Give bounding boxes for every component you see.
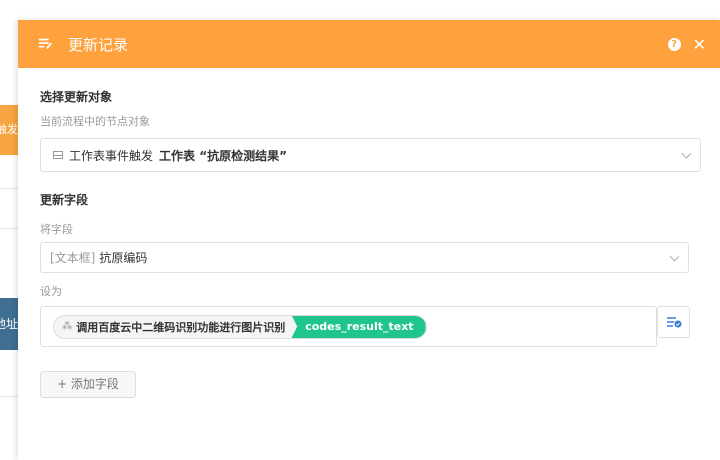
field-name: 抗原编码	[99, 251, 148, 265]
value-input[interactable]: ⁂ 调用百度云中二维码识别功能进行图片识别 codes_result_text	[40, 306, 657, 347]
set-label: 设为	[40, 285, 62, 298]
table-icon	[53, 151, 63, 159]
update-record-panel: 更新记录 ? ✕ 选择更新对象 当前流程中的节点对象 工作表事件触发 工作表 “…	[18, 20, 720, 460]
chevron-down-icon	[681, 148, 692, 159]
target-prefix: 工作表事件触发	[69, 148, 154, 163]
target-hint: 当前流程中的节点对象	[40, 115, 150, 128]
divider	[0, 188, 18, 189]
field-select[interactable]: [文本框] 抗原编码	[40, 242, 689, 273]
divider	[0, 228, 18, 229]
edit-list-icon	[38, 36, 54, 52]
target-select[interactable]: 工作表事件触发 工作表 “抗原检测结果”	[40, 138, 701, 172]
background-top	[0, 0, 720, 20]
panel-header: 更新记录 ? ✕	[18, 20, 720, 68]
question-circle-icon[interactable]: ?	[667, 37, 681, 51]
fields-section-label: 更新字段	[40, 193, 89, 207]
node-field-tag[interactable]: ⁂ 调用百度云中二维码识别功能进行图片识别 codes_result_text	[53, 314, 427, 339]
background-node-address[interactable]: 地址	[0, 298, 18, 350]
node-name: 调用百度云中二维码识别功能进行图片识别	[76, 320, 286, 334]
chevron-down-icon	[669, 251, 680, 262]
background-node-trigger[interactable]: 触发	[0, 105, 18, 155]
add-field-button[interactable]: + 添加字段	[40, 371, 136, 398]
node-icon: ⁂	[62, 321, 73, 332]
close-icon[interactable]: ✕	[693, 35, 706, 54]
target-section-label: 选择更新对象	[40, 90, 113, 104]
field-type: [文本框]	[50, 251, 96, 265]
field-picker-button[interactable]	[657, 306, 690, 338]
background-strip	[0, 20, 18, 460]
list-check-icon	[666, 317, 681, 328]
target-value: 工作表 “抗原检测结果”	[159, 148, 287, 163]
divider	[0, 396, 18, 397]
node-field-name: codes_result_text	[291, 315, 426, 338]
panel-title: 更新记录	[68, 35, 129, 54]
field-label: 将字段	[40, 223, 73, 236]
